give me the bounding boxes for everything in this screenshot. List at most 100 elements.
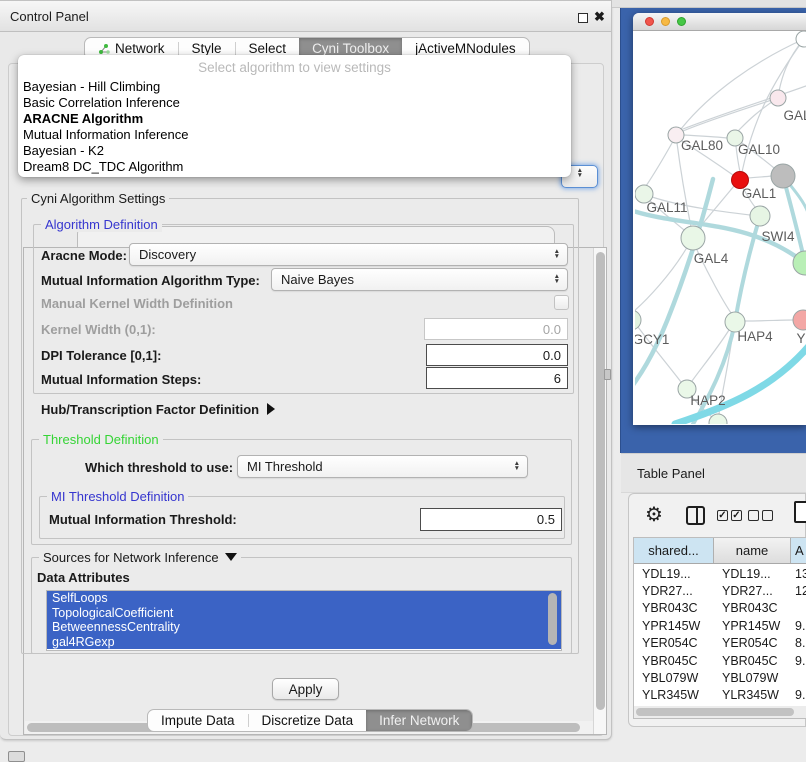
network-node-label: GAL11 <box>646 200 687 215</box>
float-panel-icon[interactable] <box>578 13 588 23</box>
combo-spinner-icon: ▲▼ <box>577 169 583 178</box>
table-panel-titlebar[interactable]: Table Panel <box>621 453 806 493</box>
mi-algorithm-type-combo[interactable]: Naive Bayes ▲▼ <box>271 268 568 291</box>
network-node-gal4[interactable] <box>681 226 705 250</box>
popup-item-aracne-algorithm[interactable]: ARACNE Algorithm <box>23 111 143 127</box>
columns-icon[interactable] <box>686 506 705 525</box>
mi-steps-field[interactable]: 6 <box>426 367 568 389</box>
network-node-y[interactable] <box>793 310 806 330</box>
document-icon[interactable] <box>794 501 806 523</box>
table-cell: YBR045C <box>714 654 791 668</box>
mi-threshold-group-title: MI Threshold Definition <box>47 489 188 504</box>
network-canvas[interactable]: GALGAL80GAL10GAL1GAL11GAL4SWI4HAP4YGCY1H… <box>635 31 806 424</box>
combo-spinner-icon: ▲▼ <box>554 250 560 259</box>
table-row[interactable]: YER054CYER054C8. <box>634 635 806 652</box>
column-header-shared-name[interactable]: shared... <box>634 538 714 563</box>
data-attributes-label: Data Attributes <box>37 570 130 585</box>
network-node-label: Y <box>796 331 805 346</box>
table-cell: YBR043C <box>634 601 714 615</box>
network-node[interactable] <box>750 206 770 226</box>
network-node[interactable] <box>709 414 727 424</box>
table-row[interactable]: YDL19...YDL19...13 <box>634 565 806 582</box>
network-node-gcy1[interactable] <box>635 310 641 330</box>
checkbox-checked-icon[interactable]: ✓ <box>731 510 742 521</box>
apply-button[interactable]: Apply <box>272 678 339 700</box>
window-zoom-icon[interactable] <box>677 17 686 26</box>
splitpane-divider-handle[interactable] <box>604 369 611 380</box>
table-row[interactable]: YBL079WYBL079W <box>634 669 806 686</box>
checkbox-checked-icon[interactable]: ✓ <box>717 510 728 521</box>
gear-icon[interactable]: ⚙ <box>645 502 663 527</box>
table-row[interactable]: YBR045CYBR045C9. <box>634 652 806 669</box>
table-hscrollbar[interactable] <box>634 706 806 718</box>
table-row[interactable]: YIL052CYIL052C9 <box>634 704 806 705</box>
data-attributes-list[interactable]: SelfLoopsTopologicalCoefficientBetweenne… <box>46 590 562 651</box>
bottom-tab-discretize-data[interactable]: Discretize Data <box>249 710 367 731</box>
bottom-tab-impute-data[interactable]: Impute Data <box>148 710 248 731</box>
table-row[interactable]: YBR043CYBR043C <box>634 600 806 617</box>
popup-item-bayesian-k2[interactable]: Bayesian - K2 <box>23 143 104 159</box>
window-close-icon[interactable] <box>645 17 654 26</box>
sources-group-toggle[interactable]: Sources for Network Inference <box>39 550 241 565</box>
column-header-name[interactable]: name <box>714 538 791 563</box>
settings-vscrollbar[interactable] <box>593 248 606 734</box>
mi-threshold-field[interactable]: 0.5 <box>420 508 562 531</box>
table-cell: YER054C <box>634 636 714 650</box>
kernel-width-label: Kernel Width (0,1): <box>41 322 156 337</box>
network-node[interactable] <box>771 164 795 188</box>
bottom-tab-infer-network[interactable]: Infer Network <box>366 710 472 731</box>
aracne-mode-value: Discovery <box>139 247 196 262</box>
attributes-list-scrollbar[interactable] <box>548 593 557 645</box>
column-header-partial[interactable]: A <box>791 538 806 563</box>
aracne-mode-combo[interactable]: Discovery ▲▼ <box>129 243 568 266</box>
collapsed-panel-icon[interactable] <box>8 751 25 762</box>
table-cell: 9. <box>791 688 806 702</box>
table-cell: YLR345W <box>634 688 714 702</box>
attribute-item-topologicalcoefficient[interactable]: TopologicalCoefficient <box>47 606 561 621</box>
table-row[interactable]: YPR145WYPR145W9. <box>634 617 806 634</box>
cyni-settings-group-title: Cyni Algorithm Settings <box>27 191 169 206</box>
popup-item-basic-correlation-inference[interactable]: Basic Correlation Inference <box>23 95 180 111</box>
attribute-item-gal4rgexp[interactable]: gal4RGexp <box>47 635 561 650</box>
table-cell: YLR345W <box>714 688 791 702</box>
popup-item-bayesian-hill-climbing[interactable]: Bayesian - Hill Climbing <box>23 79 160 95</box>
popup-item-dream8-dc-tdc-algorithm[interactable]: Dream8 DC_TDC Algorithm <box>23 159 183 175</box>
tab-label: jActiveMNodules <box>415 41 516 56</box>
network-edge <box>692 330 729 381</box>
control-panel-window: Control Panel ✖ NetworkStyleSelectCyni T… <box>0 0 612 740</box>
network-node-label: GAL <box>783 108 806 123</box>
network-node[interactable] <box>796 31 806 47</box>
hub-definition-toggle[interactable]: Hub/Transcription Factor Definition <box>41 402 275 417</box>
network-node-label: HAP4 <box>737 329 773 344</box>
table-cell: YBR043C <box>714 601 791 615</box>
settings-vscrollbar-thumb[interactable] <box>596 252 605 710</box>
table-header: shared... name A <box>634 538 806 564</box>
kernel-width-field[interactable]: 0.0 <box>424 318 568 340</box>
attribute-item-selfloops[interactable]: SelfLoops <box>47 591 561 606</box>
network-icon <box>98 43 110 55</box>
table-cell: YDL19... <box>714 567 791 581</box>
network-node-label: GAL80 <box>681 138 723 153</box>
manual-kernel-checkbox[interactable] <box>554 295 569 310</box>
table-cell: YPR145W <box>714 619 791 633</box>
table-row[interactable]: YDR27...YDR27...12 <box>634 582 806 599</box>
window-minimize-icon[interactable] <box>661 17 670 26</box>
table-hscrollbar-thumb[interactable] <box>636 708 794 716</box>
table-cell: 13 <box>791 567 806 581</box>
which-threshold-combo[interactable]: MI Threshold ▲▼ <box>237 455 528 478</box>
network-window-titlebar[interactable] <box>633 13 806 31</box>
dpi-tolerance-field[interactable]: 0.0 <box>426 344 568 366</box>
expanded-arrow-icon <box>225 553 237 561</box>
table-row[interactable]: YLR345WYLR345W9. <box>634 687 806 704</box>
attribute-item-betweennesscentrality[interactable]: BetweennessCentrality <box>47 620 561 635</box>
control-panel-titlebar[interactable]: Control Panel ✖ <box>0 1 611 32</box>
checkbox-unchecked-icon[interactable] <box>748 510 759 521</box>
network-node-label: SWI4 <box>761 229 794 244</box>
checkbox-unchecked-icon[interactable] <box>762 510 773 521</box>
close-panel-icon[interactable]: ✖ <box>594 9 605 25</box>
network-view-window: GALGAL80GAL10GAL1GAL11GAL4SWI4HAP4YGCY1H… <box>633 13 806 425</box>
popup-item-mutual-information-inference[interactable]: Mutual Information Inference <box>23 127 188 143</box>
mi-threshold-label: Mutual Information Threshold: <box>49 512 237 527</box>
network-node-label: GAL10 <box>738 142 780 157</box>
network-node-gal[interactable] <box>770 90 786 106</box>
